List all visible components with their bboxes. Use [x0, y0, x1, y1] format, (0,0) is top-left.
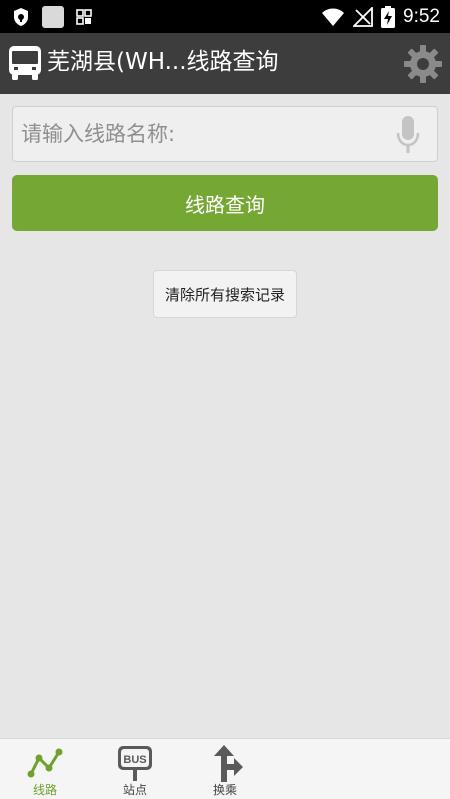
status-bar-left: [12, 6, 92, 28]
svg-text:BUS: BUS: [123, 754, 146, 766]
notification-app-icon: [42, 6, 64, 28]
status-bar-right: 9:52: [321, 6, 440, 28]
app-bar: 芜湖县(WH...线路查询: [0, 33, 450, 94]
status-time: 9:52: [403, 6, 440, 27]
bus-icon: [9, 46, 41, 80]
settings-gear-icon[interactable]: [402, 43, 444, 85]
nav-tab-stops[interactable]: BUS 站点: [100, 739, 170, 799]
clear-search-history-button[interactable]: 清除所有搜索记录: [153, 270, 297, 318]
no-signal-icon: [353, 7, 373, 27]
battery-charging-icon: [381, 6, 396, 28]
nav-label-routes: 线路: [32, 783, 57, 797]
bottom-navigation: 线路 BUS 站点 换乘: [0, 738, 450, 799]
bus-stop-icon: BUS: [118, 746, 152, 781]
shield-icon: [14, 8, 28, 26]
page-title: 芜湖县(WH...线路查询: [47, 49, 279, 75]
nav-label-stops: 站点: [122, 783, 147, 797]
nav-tab-routes[interactable]: 线路: [10, 739, 80, 799]
route-line-icon: [27, 748, 63, 778]
route-search-input[interactable]: [13, 107, 383, 161]
microphone-icon[interactable]: [395, 115, 421, 155]
route-query-button[interactable]: 线路查询: [12, 175, 438, 231]
nav-label-transfer: 换乘: [212, 783, 237, 797]
transfer-icon: [214, 745, 243, 782]
status-bar: 9:52: [0, 0, 450, 33]
grid-icon: [76, 9, 92, 25]
wifi-icon: [322, 8, 345, 26]
nav-tab-transfer[interactable]: 换乘: [190, 739, 260, 799]
search-box: [12, 106, 438, 162]
